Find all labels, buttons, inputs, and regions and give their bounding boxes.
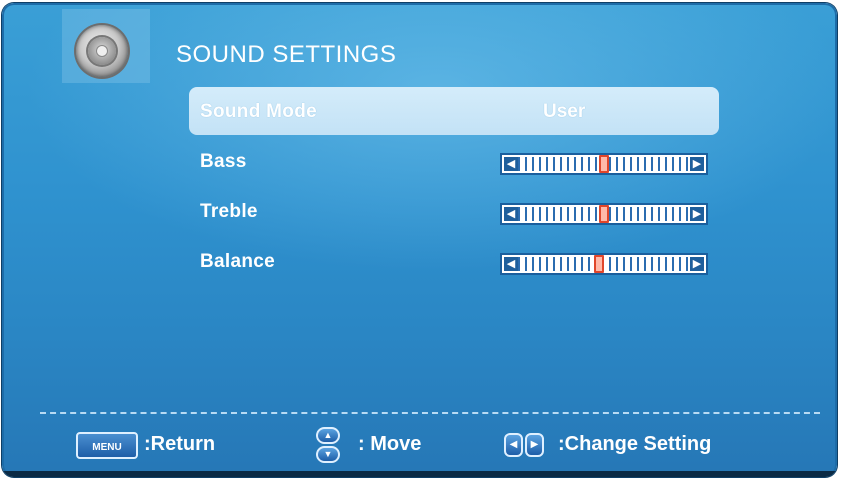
arrow-left-icon[interactable]: ◀ <box>504 157 518 171</box>
arrow-left-icon[interactable]: ◀ <box>504 207 518 221</box>
menu-item-bass[interactable]: Bass ◀ ▶ <box>189 137 719 185</box>
arrow-right-icon[interactable]: ▶ <box>690 207 704 221</box>
sound-mode-value: User <box>543 101 586 122</box>
arrow-right-icon[interactable]: ▶ <box>690 257 704 271</box>
arrow-right-icon[interactable]: ▶ <box>690 157 704 171</box>
footer-divider <box>40 412 820 414</box>
menu-item-balance[interactable]: Balance ◀ ▶ <box>189 237 719 285</box>
osd-panel: SOUND SETTINGS Sound Mode User Bass ◀ ▶ … <box>2 3 837 477</box>
slider-thumb[interactable] <box>593 255 604 273</box>
slider-thumb[interactable] <box>599 205 609 223</box>
down-arrow-icon: ▼ <box>316 446 340 463</box>
speaker-cap <box>97 46 107 56</box>
menu-item-label: Bass <box>200 151 247 172</box>
menu-item-label: Treble <box>200 201 258 222</box>
return-hint: :Return <box>144 433 216 455</box>
menu-item-label: Sound Mode <box>200 101 317 122</box>
slider-track <box>518 257 690 271</box>
treble-slider[interactable]: ◀ ▶ <box>500 203 708 225</box>
page-title: SOUND SETTINGS <box>176 41 397 68</box>
arrow-left-icon[interactable]: ◀ <box>504 257 518 271</box>
right-arrow-key-icon: ▶ <box>525 433 544 457</box>
menu-item-label: Balance <box>200 251 275 272</box>
speaker-icon <box>76 25 128 77</box>
menu-item-treble[interactable]: Treble ◀ ▶ <box>189 187 719 235</box>
change-setting-hint: :Change Setting <box>558 433 712 455</box>
bass-slider[interactable]: ◀ ▶ <box>500 153 708 175</box>
move-hint: : Move <box>358 433 422 455</box>
slider-thumb[interactable] <box>599 155 609 173</box>
up-down-icon: ▲ ▼ <box>314 426 342 464</box>
up-arrow-icon: ▲ <box>316 427 340 444</box>
left-arrow-key-icon: ◀ <box>504 433 523 457</box>
menu-item-sound-mode[interactable]: Sound Mode User <box>189 87 719 135</box>
balance-slider[interactable]: ◀ ▶ <box>500 253 708 275</box>
menu-key-icon: MENU <box>76 432 138 459</box>
